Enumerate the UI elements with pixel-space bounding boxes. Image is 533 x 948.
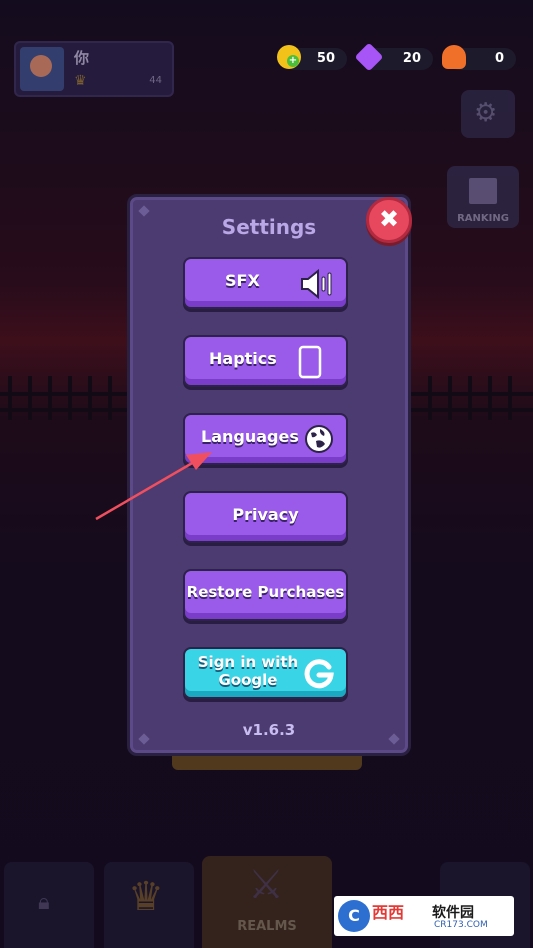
sfx-button[interactable]: SFX — [183, 257, 348, 309]
avatar — [20, 47, 64, 91]
realms-label: REALMS — [237, 919, 297, 934]
privacy-label: Privacy — [232, 505, 299, 524]
ranking-button[interactable]: RANKING — [447, 166, 519, 228]
nav-realms-tab[interactable]: ⚔ REALMS — [202, 856, 332, 948]
player-name: 你 — [74, 49, 90, 67]
sfx-label: SFX — [225, 271, 260, 290]
google-sign-in-label: Sign in with Google — [193, 653, 303, 689]
purple-gem-value: 20 — [402, 51, 421, 66]
crown-icon: ♛ — [74, 73, 87, 89]
google-g-icon — [304, 659, 334, 689]
orange-gem-value: 0 — [494, 51, 504, 66]
orange-gem-icon — [442, 45, 466, 69]
purple-gem-currency[interactable]: 20 — [354, 42, 433, 72]
gear-icon: ⚙ — [474, 98, 498, 128]
player-level: 44 — [149, 75, 162, 86]
haptics-label: Haptics — [209, 349, 277, 368]
watermark-brand: 西西 — [372, 903, 405, 922]
crossed-swords-icon: ⚔ — [248, 862, 284, 908]
nav-crown-slot[interactable]: ♛ — [104, 862, 194, 948]
ranking-label: RANKING — [457, 213, 509, 224]
player-profile-card[interactable]: 你 ♛ 44 — [14, 41, 174, 97]
podium-icon — [469, 178, 497, 204]
crown-icon: ♛ — [128, 874, 164, 920]
gold-coin-icon: + — [277, 45, 301, 69]
version-label: v1.6.3 — [242, 721, 296, 739]
google-label-line1: Sign in with — [197, 653, 299, 671]
restore-purchases-label: Restore Purchases — [186, 583, 345, 601]
close-button[interactable]: ✖ — [366, 197, 412, 243]
google-sign-in-button[interactable]: Sign in with Google — [183, 647, 348, 699]
restore-purchases-button[interactable]: Restore Purchases — [183, 569, 348, 621]
languages-label: Languages — [201, 427, 299, 446]
settings-gear-button[interactable]: ⚙ — [461, 90, 515, 138]
gold-currency[interactable]: + 50 — [277, 45, 347, 70]
gold-value: 50 — [316, 51, 335, 66]
phone-icon — [298, 345, 322, 379]
orange-gem-currency[interactable]: 0 — [442, 45, 516, 70]
watermark-text: 软件园 — [432, 905, 474, 921]
speaker-icon — [301, 268, 332, 300]
google-label-line2: Google — [218, 671, 278, 689]
add-icon: + — [287, 55, 299, 67]
privacy-button[interactable]: Privacy — [183, 491, 348, 543]
watermark-logo: C — [338, 900, 370, 932]
watermark: C 西西 软件园 CR173.COM — [334, 896, 514, 936]
haptics-button[interactable]: Haptics — [183, 335, 348, 387]
lock-icon: 🔒︎ — [38, 890, 50, 915]
watermark-url: CR173.COM — [434, 920, 488, 930]
globe-icon — [305, 425, 333, 453]
nav-locked-slot[interactable]: 🔒︎ — [4, 862, 94, 948]
close-icon: ✖ — [378, 205, 400, 233]
languages-button[interactable]: Languages — [183, 413, 348, 465]
